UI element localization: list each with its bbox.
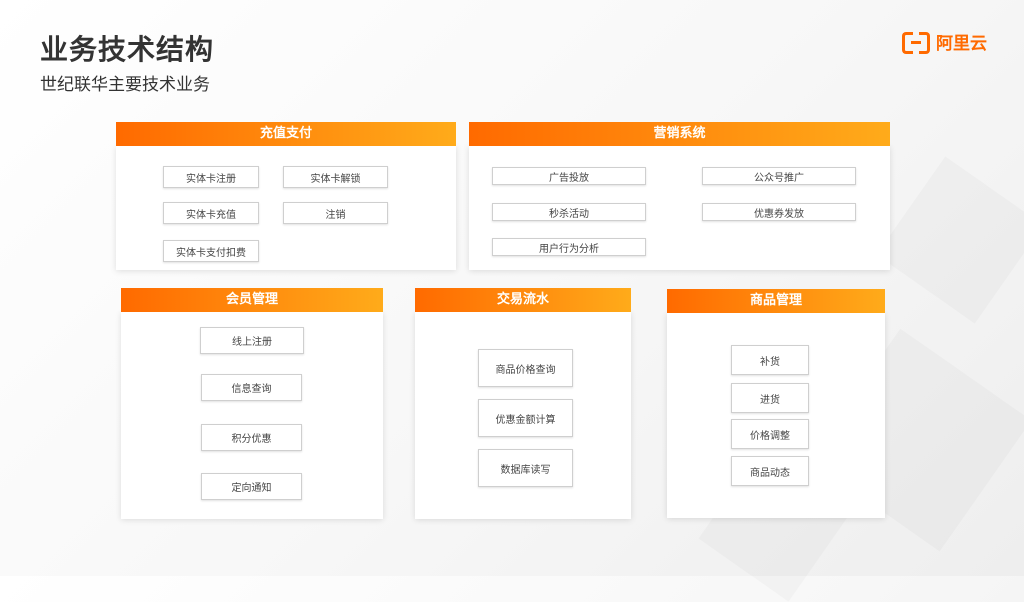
page-subtitle: 世纪联华主要技术业务 [40, 75, 210, 95]
diagram-node: 价格调整 [731, 419, 809, 449]
diagram-node: 优惠金额计算 [478, 399, 573, 437]
diagram-node: 广告投放 [492, 167, 646, 185]
panel-header: 会员管理 [121, 288, 383, 312]
diagram-node: 线上注册 [200, 327, 304, 354]
logo-text: 阿里云 [936, 34, 987, 54]
diagram-node: 进货 [731, 383, 809, 413]
diagram-node: 商品动态 [731, 456, 809, 486]
diagram-node: 数据库读写 [478, 449, 573, 487]
diagram-node: 公众号推广 [702, 167, 856, 185]
diagram-node: 信息查询 [201, 374, 302, 401]
panel-header: 营销系统 [469, 122, 890, 146]
panel-goods-management: 商品管理 补货 进货 价格调整 商品动态 [667, 289, 885, 518]
panel-header: 充值支付 [116, 122, 456, 146]
panel-member-management: 会员管理 线上注册 信息查询 积分优惠 定向通知 [121, 288, 383, 519]
panel-body [667, 313, 885, 518]
diagram-node: 积分优惠 [201, 424, 302, 451]
aliyun-logo: 阿里云 [902, 29, 987, 54]
diagram-node: 补货 [731, 345, 809, 375]
page-title: 业务技术结构 [40, 33, 215, 66]
panel-marketing-system: 营销系统 广告投放 公众号推广 秒杀活动 优惠券发放 用户行为分析 [469, 122, 890, 270]
panel-header: 交易流水 [415, 288, 631, 312]
diagram-node: 实体卡解锁 [283, 166, 388, 188]
panel-recharge-payment: 充值支付 实体卡注册 实体卡解锁 实体卡充值 注销 实体卡支付扣费 [116, 122, 456, 270]
panel-trade-flow: 交易流水 商品价格查询 优惠金额计算 数据库读写 [415, 288, 631, 519]
aliyun-logo-icon [902, 31, 930, 54]
background-shape [876, 156, 1024, 323]
diagram-node: 秒杀活动 [492, 203, 646, 221]
diagram-node: 优惠券发放 [702, 203, 856, 221]
diagram-node: 商品价格查询 [478, 349, 573, 387]
diagram-node: 定向通知 [201, 473, 302, 500]
panel-header: 商品管理 [667, 289, 885, 313]
diagram-node: 实体卡注册 [163, 166, 259, 188]
diagram-node: 实体卡支付扣费 [163, 240, 259, 262]
diagram-node: 实体卡充值 [163, 202, 259, 224]
diagram-node: 用户行为分析 [492, 238, 646, 256]
diagram-node: 注销 [283, 202, 388, 224]
